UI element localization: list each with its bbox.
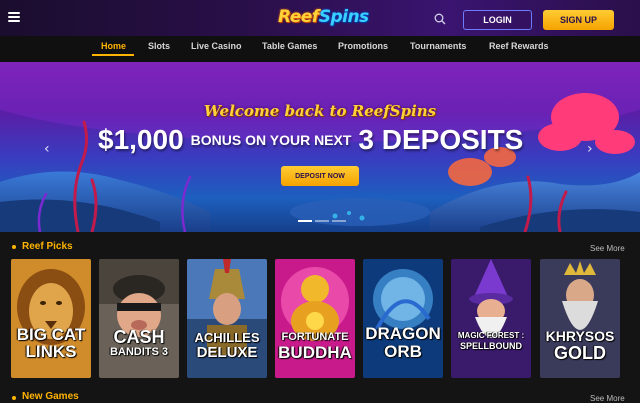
game-title: FORTUNATE BUDDHA [278,331,352,362]
game-tile-cash-bandits-3[interactable]: CASH BANDITS 3 [99,259,179,378]
game-tile-fortunate-buddha[interactable]: FORTUNATE BUDDHA [275,259,355,378]
section-bullet-icon [12,245,16,249]
game-title: DRAGON ORB [365,324,441,361]
section-bullet-icon [12,396,16,400]
hero-banner[interactable]: Welcome back to ReefSpins $1,000 BONUS ON… [0,62,640,232]
login-button[interactable]: LOGIN [463,10,532,30]
game-title: ACHILLES DELUXE [194,330,260,361]
nav-item-slots[interactable]: Slots [148,41,170,51]
game-tile-magic-forest-spellbound[interactable]: MAGIC FOREST : SPELLBOUND [451,259,531,378]
game-tile-khrysos-gold[interactable]: KHRYSOS GOLD [540,259,620,378]
hero-welcome-text: Welcome back to ReefSpins [203,102,437,120]
nav-item-reef-rewards[interactable]: Reef Rewards [489,41,549,51]
active-nav-underline [92,54,134,56]
reefspins-logo[interactable]: ReefSpins [278,7,372,31]
game-art-wizard [451,259,531,378]
main-nav: Home Slots Live Casino Table Games Promo… [0,36,640,62]
carousel-dot[interactable] [332,220,346,222]
game-tile-achilles-deluxe[interactable]: ACHILLES DELUXE [187,259,267,378]
carousel-dots [298,220,346,224]
section-title-reef-picks: Reef Picks [22,241,73,252]
hamburger-menu-icon[interactable] [8,12,20,22]
game-art-bandit [99,259,179,378]
section-title-new-games: New Games [22,391,79,402]
game-title: CASH BANDITS 3 [109,327,169,358]
nav-item-home[interactable]: Home [101,41,126,51]
hero-deposits-text: 3 DEPOSITS [358,124,524,155]
game-title: MAGIC FOREST : SPELLBOUND [457,331,525,351]
see-more-reef-picks[interactable]: See More [590,244,625,253]
carousel-dot[interactable] [315,220,329,222]
game-tile-dragon-orb[interactable]: DRAGON ORB [363,259,443,378]
game-title: BIG CAT LINKS [16,325,86,361]
nav-item-tournaments[interactable]: Tournaments [410,41,466,51]
hero-bonus-text: BONUS ON YOUR NEXT [190,132,352,148]
carousel-next-arrow-icon[interactable]: › [587,142,597,156]
nav-item-promotions[interactable]: Promotions [338,41,388,51]
top-header: ReefSpins LOGIN SIGN UP [0,0,640,36]
game-tile-big-cat-links[interactable]: BIG CAT LINKS [11,259,91,378]
game-title: KHRYSOS GOLD [545,328,615,363]
search-icon[interactable] [434,13,446,25]
carousel-dot[interactable] [298,220,312,222]
deposit-now-button[interactable]: DEPOSIT NOW [281,166,359,186]
carousel-prev-arrow-icon[interactable]: ‹ [44,142,54,156]
see-more-new-games[interactable]: See More [590,394,625,403]
hero-headline: $1,000 BONUS ON YOUR NEXT 3 DEPOSITS [98,124,544,164]
hero-bonus-amount: $1,000 [98,124,184,155]
nav-item-live-casino[interactable]: Live Casino [191,41,242,51]
signup-button[interactable]: SIGN UP [543,10,614,30]
nav-item-table-games[interactable]: Table Games [262,41,317,51]
